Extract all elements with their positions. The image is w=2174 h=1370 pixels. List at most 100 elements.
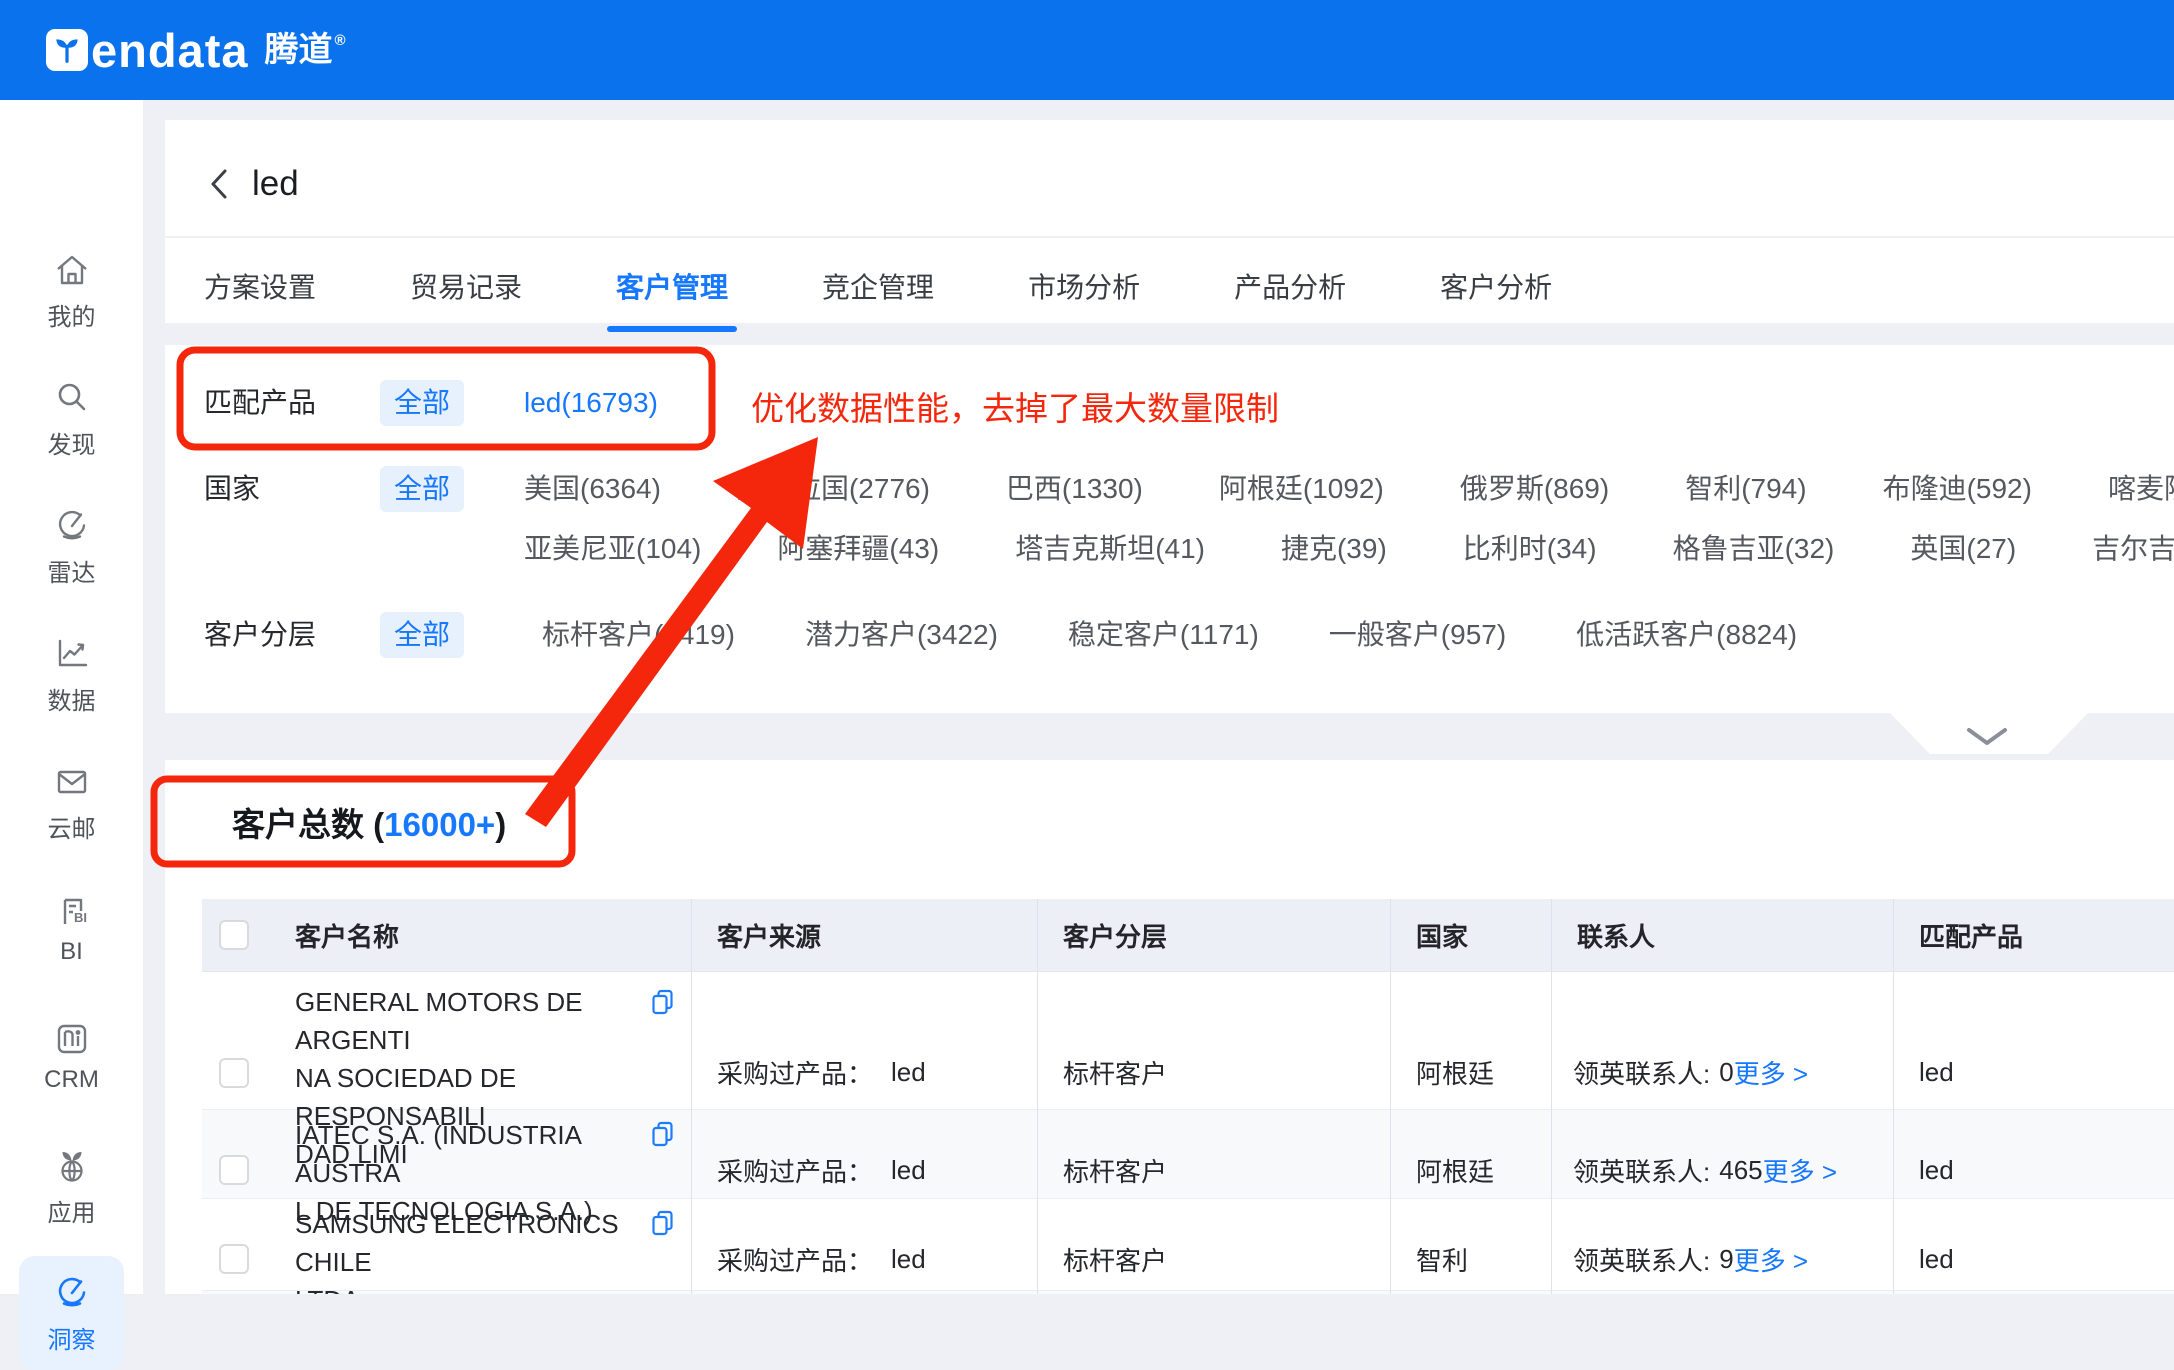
country-item[interactable]: 布隆迪(592) xyxy=(1883,466,2032,512)
tier-item[interactable]: 潜力客户(3422) xyxy=(805,612,998,658)
more-link[interactable]: 更多 > xyxy=(1734,1054,1808,1091)
sidebar-item-insight[interactable]: 洞察 xyxy=(0,1273,143,1355)
insight-icon xyxy=(52,1273,92,1313)
copy-icon[interactable] xyxy=(650,1120,675,1148)
tab-product-analysis[interactable]: 产品分析 xyxy=(1234,266,1346,332)
sidebar-item-label: 云邮 xyxy=(48,809,96,844)
table-row: GENERAL MOTORS DE ARGENTI NA SOCIEDAD DE… xyxy=(202,972,2174,1110)
matched-product-cell: led xyxy=(1893,1199,2174,1294)
title-tabs-card: led 方案设置 贸易记录 客户管理 竞企管理 市场分析 产品分析 客户分析 xyxy=(165,120,2174,323)
sidebar-item-radar[interactable]: 雷达 xyxy=(0,506,143,588)
row-checkbox[interactable] xyxy=(219,1244,249,1274)
country-item[interactable]: 阿根廷(1092) xyxy=(1219,466,1384,512)
sidebar-item-crm[interactable]: CRM xyxy=(0,1019,143,1094)
filter-row-country: 国家 全部 美国(6364) 孟加拉国(2776) 巴西(1330) 阿根廷(1… xyxy=(204,466,2174,572)
country-items-row2: 亚美尼亚(104) 阿塞拜疆(43) 塔吉克斯坦(41) 捷克(39) 比利时(… xyxy=(524,526,2174,572)
tab-competitor-management[interactable]: 竞企管理 xyxy=(822,266,934,332)
country-item[interactable]: 吉尔吉斯斯坦 xyxy=(2092,526,2174,572)
col-header-matched-product: 匹配产品 xyxy=(1893,899,2174,971)
customer-name-cell[interactable]: SAMSUNG ELECTRONICS CHILE LTDA xyxy=(265,1199,691,1294)
registered-mark: ® xyxy=(335,32,346,49)
country-item[interactable]: 智利(794) xyxy=(1685,466,1806,512)
sidebar-item-mail[interactable]: 云邮 xyxy=(0,762,143,844)
sidebar-item-discover[interactable]: 发现 xyxy=(0,378,143,460)
chart-icon xyxy=(52,634,92,674)
tier-item[interactable]: 稳定客户(1171) xyxy=(1068,612,1259,658)
customer-tier-cell: 标杆客户 xyxy=(1037,1199,1390,1294)
country-item[interactable]: 孟加拉国(2776) xyxy=(737,466,930,512)
country-item[interactable]: 英国(27) xyxy=(1910,526,2016,572)
country-cell: 智利 xyxy=(1390,1199,1551,1294)
tier-item[interactable]: 一般客户(957) xyxy=(1329,612,1506,658)
sidebar-item-label: 数据 xyxy=(48,681,96,716)
contact-cell: 领英联系人: 9 更多 > xyxy=(1551,1199,1893,1294)
top-bar: endata 腾道® xyxy=(0,0,2174,100)
tab-customer-management[interactable]: 客户管理 xyxy=(616,266,728,332)
search-icon xyxy=(52,378,92,418)
country-item[interactable]: 亚美尼亚(104) xyxy=(524,526,701,572)
customer-source-cell: 采购过产品： led xyxy=(691,1199,1037,1294)
country-item[interactable]: 俄罗斯(869) xyxy=(1460,466,1609,512)
country-item[interactable]: 格鲁吉亚(32) xyxy=(1673,526,1835,572)
col-header-customer-name: 客户名称 xyxy=(265,899,691,971)
filter-product-item[interactable]: led(16793) xyxy=(524,380,658,426)
sidebar-item-label: 应用 xyxy=(48,1193,96,1228)
tab-customer-analysis[interactable]: 客户分析 xyxy=(1440,266,1552,332)
copy-icon[interactable] xyxy=(650,988,675,1016)
collapse-chevron-icon[interactable] xyxy=(1965,726,2009,748)
sidebar-item-label: 洞察 xyxy=(48,1320,96,1355)
sidebar-item-label: 发现 xyxy=(48,425,96,460)
filter-row-tier: 客户分层 全部 标杆客户(2419) 潜力客户(3422) 稳定客户(1171)… xyxy=(204,612,2174,658)
country-item[interactable]: 阿塞拜疆(43) xyxy=(777,526,939,572)
country-items-row1: 美国(6364) 孟加拉国(2776) 巴西(1330) 阿根廷(1092) 俄… xyxy=(524,466,2174,512)
col-header-country: 国家 xyxy=(1390,899,1551,971)
tier-items: 标杆客户(2419) 潜力客户(3422) 稳定客户(1171) 一般客户(95… xyxy=(542,612,1797,658)
sidebar-item-bi[interactable]: BI BI xyxy=(0,891,143,966)
col-header-contact: 联系人 xyxy=(1551,899,1893,971)
sidebar-item-my[interactable]: 我的 xyxy=(0,250,143,332)
tab-trade-records[interactable]: 贸易记录 xyxy=(410,266,522,332)
sidebar-item-apps[interactable]: 应用 xyxy=(0,1146,143,1228)
row-checkbox[interactable] xyxy=(219,1155,249,1185)
more-link[interactable]: 更多 > xyxy=(1763,1152,1837,1189)
table-header-row: 客户名称 客户来源 客户分层 国家 联系人 匹配产品 xyxy=(202,899,2174,972)
country-item[interactable]: 巴西(1330) xyxy=(1006,466,1143,512)
copy-icon[interactable] xyxy=(650,1209,675,1237)
crm-icon xyxy=(52,1019,92,1059)
country-item[interactable]: 捷克(39) xyxy=(1281,526,1387,572)
filter-product-all-tag[interactable]: 全部 xyxy=(380,380,464,426)
sidebar-item-data[interactable]: 数据 xyxy=(0,634,143,716)
apps-icon xyxy=(52,1146,92,1186)
brand-text: endata xyxy=(91,27,249,74)
mail-icon xyxy=(52,762,92,802)
customer-total-heading: 客户总数 (16000+) xyxy=(232,798,506,846)
filter-label-product: 匹配产品 xyxy=(204,380,380,426)
table-row: SAMSUNG ELECTRONICS CHILE LTDA 采购过产品： le… xyxy=(202,1199,2174,1291)
tier-item[interactable]: 标杆客户(2419) xyxy=(542,612,735,658)
tab-plan-settings[interactable]: 方案设置 xyxy=(204,266,316,332)
col-header-customer-source: 客户来源 xyxy=(691,899,1037,971)
tab-market-analysis[interactable]: 市场分析 xyxy=(1028,266,1140,332)
filter-country-all-tag[interactable]: 全部 xyxy=(380,466,464,512)
more-link[interactable]: 更多 > xyxy=(1734,1241,1808,1278)
country-item[interactable]: 美国(6364) xyxy=(524,466,661,512)
tier-item[interactable]: 低活跃客户(8824) xyxy=(1576,612,1797,658)
title-divider xyxy=(165,236,2174,238)
back-icon[interactable] xyxy=(208,167,230,201)
customer-total-prefix: 客户总数 ( xyxy=(232,806,384,843)
country-item[interactable]: 喀麦隆(53 xyxy=(2108,466,2174,512)
select-all-checkbox[interactable] xyxy=(219,920,249,950)
tendata-logo[interactable]: endata 腾道® xyxy=(46,27,346,74)
row-checkbox[interactable] xyxy=(219,1058,249,1088)
table-row: IATEC S.A. (INDUSTRIA AUSTRA L DE TECNOL… xyxy=(202,1110,2174,1199)
filter-label-tier: 客户分层 xyxy=(204,612,380,658)
country-item[interactable]: 塔吉克斯坦(41) xyxy=(1015,526,1205,572)
sidebar: 我的 发现 雷达 数据 云邮 BI BI xyxy=(0,100,143,1294)
radar-icon xyxy=(52,506,92,546)
country-item[interactable]: 比利时(34) xyxy=(1463,526,1597,572)
filter-tier-all-tag[interactable]: 全部 xyxy=(380,612,464,658)
sidebar-item-label: BI xyxy=(60,938,83,966)
customer-total-suffix: ) xyxy=(495,806,506,843)
brand-text-cn: 腾道® xyxy=(265,33,346,67)
filter-label-country: 国家 xyxy=(204,466,380,512)
